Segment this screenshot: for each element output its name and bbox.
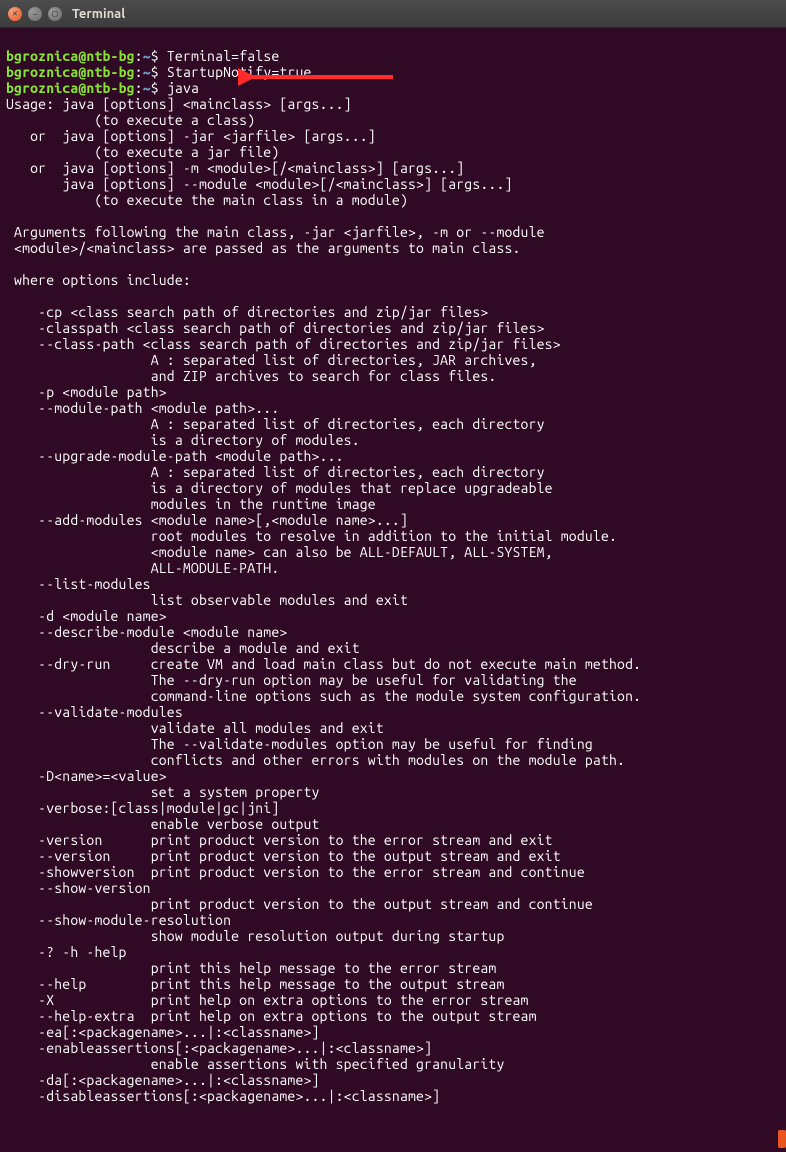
close-icon[interactable]: ✕ bbox=[8, 7, 22, 21]
prompt-line: bgroznica@ntb-bg:~$ StartupNotify=true bbox=[6, 64, 312, 80]
output-line: or java [options] -m <module>[/<mainclas… bbox=[6, 160, 464, 176]
output-line: --help-extra print help on extra options… bbox=[6, 1008, 537, 1024]
output-line: validate all modules and exit bbox=[6, 720, 384, 736]
output-line: --version print product version to the o… bbox=[6, 848, 561, 864]
output-line: --upgrade-module-path <module path>... bbox=[6, 448, 344, 464]
output-line: --show-module-resolution bbox=[6, 912, 231, 928]
titlebar: ✕ – ▢ Terminal bbox=[0, 0, 786, 28]
output-line: (to execute the main class in a module) bbox=[6, 192, 408, 208]
output-line: root modules to resolve in addition to t… bbox=[6, 528, 617, 544]
prompt-dollar: $ bbox=[151, 80, 159, 96]
maximize-icon[interactable]: ▢ bbox=[48, 7, 62, 21]
output-line: -verbose:[class|module|gc|jni] bbox=[6, 800, 279, 816]
prompt-host: ntb-bg bbox=[86, 48, 134, 64]
command-text: java bbox=[167, 80, 199, 96]
output-line: describe a module and exit bbox=[6, 640, 360, 656]
output-line: The --dry-run option may be useful for v… bbox=[6, 672, 577, 688]
output-line: -D<name>=<value> bbox=[6, 768, 167, 784]
output-line: -? -h -help bbox=[6, 944, 127, 960]
output-line: -da[:<packagename>...|:<classname>] bbox=[6, 1072, 320, 1088]
output-line: set a system property bbox=[6, 784, 320, 800]
prompt-colon: : bbox=[135, 80, 143, 96]
output-line: -disableassertions[:<packagename>...|:<c… bbox=[6, 1088, 440, 1104]
prompt-path: ~ bbox=[143, 48, 151, 64]
output-line: -enableassertions[:<packagename>...|:<cl… bbox=[6, 1040, 432, 1056]
prompt-host: ntb-bg bbox=[86, 80, 134, 96]
output-line: command-line options such as the module … bbox=[6, 688, 641, 704]
output-line: conflicts and other errors with modules … bbox=[6, 752, 625, 768]
command-text: StartupNotify=true bbox=[167, 64, 312, 80]
output-line: -p <module path> bbox=[6, 384, 167, 400]
prompt-user: bgroznica bbox=[6, 64, 78, 80]
prompt-colon: : bbox=[135, 48, 143, 64]
output-line: is a directory of modules that replace u… bbox=[6, 480, 553, 496]
output-line: <module name> can also be ALL-DEFAULT, A… bbox=[6, 544, 553, 560]
output-line: -classpath <class search path of directo… bbox=[6, 320, 545, 336]
output-line: --help print this help message to the ou… bbox=[6, 976, 504, 992]
output-line: --add-modules <module name>[,<module nam… bbox=[6, 512, 408, 528]
output-line: -X print help on extra options to the er… bbox=[6, 992, 529, 1008]
window-controls: ✕ – ▢ bbox=[8, 7, 62, 21]
prompt-line: bgroznica@ntb-bg:~$ Terminal=false bbox=[6, 48, 279, 64]
output-line: java [options] --module <module>[/<mainc… bbox=[6, 176, 513, 192]
output-line: --class-path <class search path of direc… bbox=[6, 336, 561, 352]
output-line: -d <module name> bbox=[6, 608, 167, 624]
output-line: The --validate-modules option may be use… bbox=[6, 736, 593, 752]
scrollbar-thumb[interactable] bbox=[778, 1130, 786, 1148]
output-line: where options include: bbox=[6, 272, 191, 288]
prompt-colon: : bbox=[135, 64, 143, 80]
prompt-path: ~ bbox=[143, 80, 151, 96]
output-line: -cp <class search path of directories an… bbox=[6, 304, 488, 320]
prompt-user: bgroznica bbox=[6, 48, 78, 64]
command-text: Terminal=false bbox=[167, 48, 280, 64]
output-line: --show-version bbox=[6, 880, 151, 896]
output-line: -version print product version to the er… bbox=[6, 832, 553, 848]
output-line: or java [options] -jar <jarfile> [args..… bbox=[6, 128, 376, 144]
output-line: enable assertions with specified granula… bbox=[6, 1056, 504, 1072]
output-line: is a directory of modules. bbox=[6, 432, 360, 448]
prompt-host: ntb-bg bbox=[86, 64, 134, 80]
output-line: --list-modules bbox=[6, 576, 151, 592]
output-line: A : separated list of directories, each … bbox=[6, 416, 545, 432]
prompt-line: bgroznica@ntb-bg:~$ java bbox=[6, 80, 199, 96]
prompt-user: bgroznica bbox=[6, 80, 78, 96]
prompt-dollar: $ bbox=[151, 48, 159, 64]
output-line: print product version to the output stre… bbox=[6, 896, 593, 912]
output-line: -ea[:<packagename>...|:<classname>] bbox=[6, 1024, 320, 1040]
output-line: (to execute a class) bbox=[6, 112, 255, 128]
output-line: A : separated list of directories, JAR a… bbox=[6, 352, 537, 368]
minimize-icon[interactable]: – bbox=[28, 7, 42, 21]
output-line: show module resolution output during sta… bbox=[6, 928, 504, 944]
window-title: Terminal bbox=[72, 7, 125, 21]
output-line: and ZIP archives to search for class fil… bbox=[6, 368, 496, 384]
output-line: modules in the runtime image bbox=[6, 496, 376, 512]
output-line: Usage: java [options] <mainclass> [args.… bbox=[6, 96, 352, 112]
output-line: --dry-run create VM and load main class … bbox=[6, 656, 641, 672]
prompt-path: ~ bbox=[143, 64, 151, 80]
output-line: --validate-modules bbox=[6, 704, 183, 720]
output-line: print this help message to the error str… bbox=[6, 960, 496, 976]
terminal-body[interactable]: bgroznica@ntb-bg:~$ Terminal=false bgroz… bbox=[0, 28, 786, 1108]
output-line: A : separated list of directories, each … bbox=[6, 464, 545, 480]
output-line: Arguments following the main class, -jar… bbox=[6, 224, 545, 240]
output-line: -showversion print product version to th… bbox=[6, 864, 585, 880]
prompt-dollar: $ bbox=[151, 64, 159, 80]
output-line: enable verbose output bbox=[6, 816, 320, 832]
output-line: --module-path <module path>... bbox=[6, 400, 279, 416]
output-line: list observable modules and exit bbox=[6, 592, 408, 608]
output-line: --describe-module <module name> bbox=[6, 624, 287, 640]
output-line: <module>/<mainclass> are passed as the a… bbox=[6, 240, 521, 256]
output-line: ALL-MODULE-PATH. bbox=[6, 560, 279, 576]
output-line: (to execute a jar file) bbox=[6, 144, 279, 160]
